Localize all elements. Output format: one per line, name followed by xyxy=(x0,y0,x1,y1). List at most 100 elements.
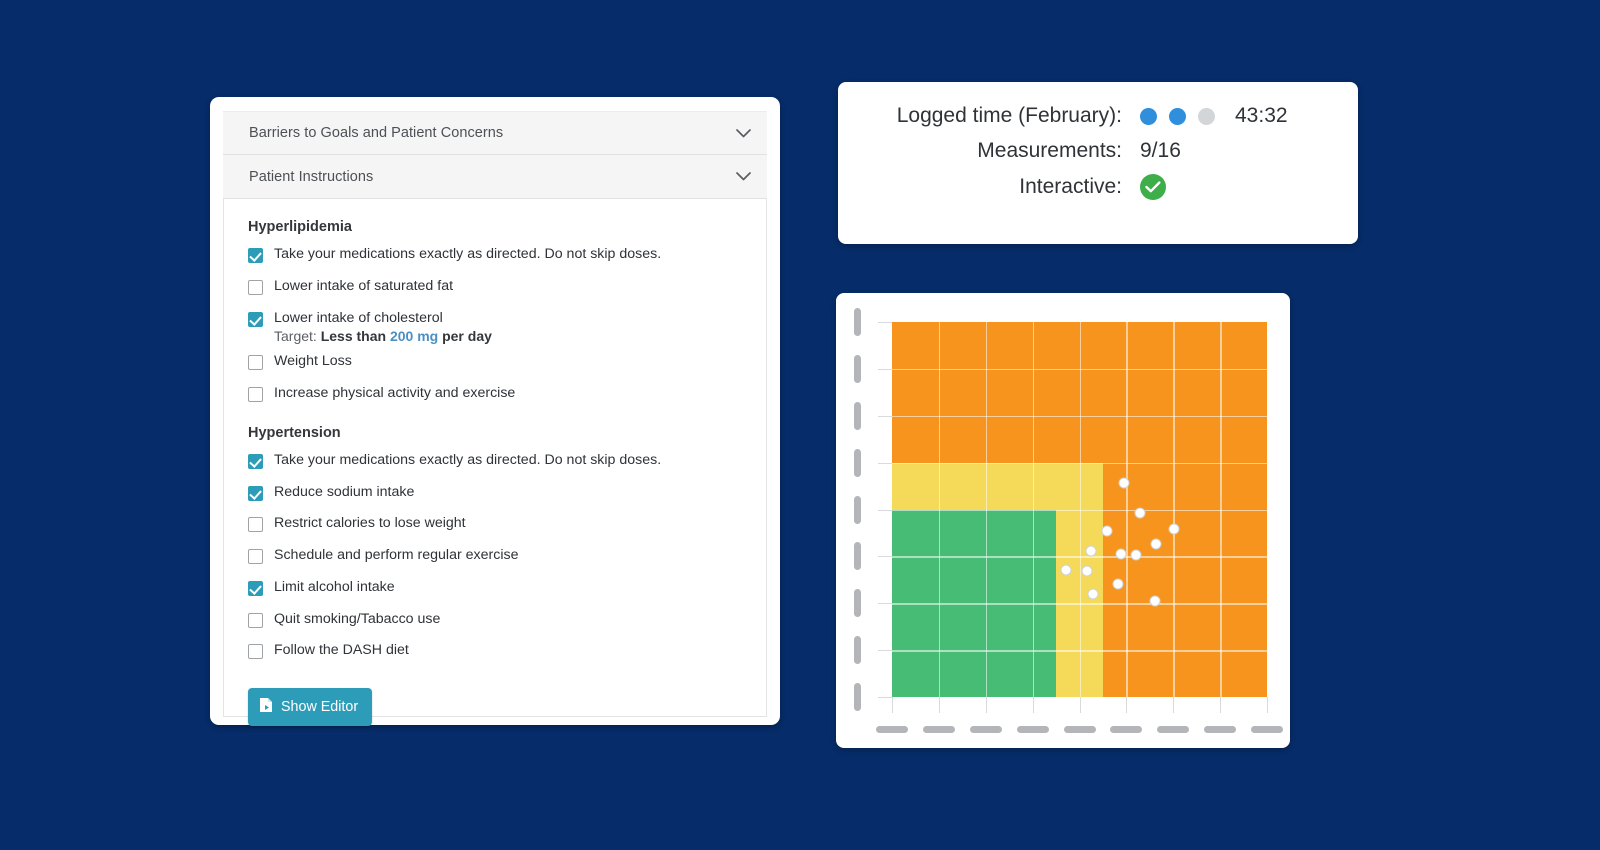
x-axis-tick xyxy=(1220,697,1222,713)
instruction-item[interactable]: Take your medications exactly as directe… xyxy=(248,246,742,264)
data-point[interactable] xyxy=(1112,578,1124,590)
gridline-horizontal xyxy=(892,603,1267,605)
x-axis-tick xyxy=(1126,697,1128,713)
gridline-vertical xyxy=(1173,322,1175,697)
chart-plot-area[interactable] xyxy=(892,322,1267,697)
y-axis-tick xyxy=(878,415,892,417)
instruction-item[interactable]: Restrict calories to lose weight xyxy=(248,515,742,533)
data-point[interactable] xyxy=(1085,545,1097,557)
y-axis-tick-label-placeholder xyxy=(854,354,861,383)
instructions-panel: Hyperlipidemia Take your medications exa… xyxy=(223,199,767,726)
accordion-patient-instructions[interactable]: Patient Instructions xyxy=(223,155,767,199)
patient-instructions-card: Barriers to Goals and Patient Concerns P… xyxy=(210,97,780,726)
data-point[interactable] xyxy=(1118,477,1130,489)
instruction-item[interactable]: Limit alcohol intake xyxy=(248,579,742,597)
checkbox-unchecked-icon[interactable] xyxy=(248,612,263,628)
measurements-chart-card xyxy=(836,293,1290,748)
checkbox-checked-icon[interactable] xyxy=(248,580,263,596)
instruction-label: Lower intake of cholesterol xyxy=(274,309,443,326)
y-axis-tick-label-placeholder xyxy=(854,636,861,665)
checkbox-unchecked-icon[interactable] xyxy=(248,279,263,295)
y-axis-tick-label-placeholder xyxy=(854,401,861,430)
checkbox-unchecked-icon[interactable] xyxy=(248,387,263,402)
instruction-item[interactable]: Weight Loss xyxy=(248,353,742,371)
checkbox-unchecked-icon[interactable] xyxy=(248,549,263,564)
gridline-vertical xyxy=(1220,322,1222,697)
y-axis-tick xyxy=(878,322,892,323)
instruction-item[interactable]: Increase physical activity and exercise xyxy=(248,385,742,403)
data-point[interactable] xyxy=(1130,549,1142,561)
instruction-label: Restrict calories to lose weight xyxy=(274,515,466,532)
instruction-label: Reduce sodium intake xyxy=(274,483,415,500)
interactive-label: Interactive: xyxy=(1019,175,1122,198)
instruction-item[interactable]: Reduce sodium intake xyxy=(248,484,742,502)
stat-row-measurements: Measurements: 9/16 xyxy=(838,139,1330,163)
instruction-label: Follow the DASH diet xyxy=(274,642,409,659)
checkbox-checked-icon[interactable] xyxy=(248,453,263,469)
instruction-label: Limit alcohol intake xyxy=(274,578,395,595)
checkbox-unchecked-icon[interactable] xyxy=(248,355,263,371)
group-title-hypertension: Hypertension xyxy=(248,424,341,441)
data-point[interactable] xyxy=(1149,595,1161,607)
data-point[interactable] xyxy=(1150,538,1162,550)
chevron-down-icon[interactable] xyxy=(735,125,751,141)
logged-time-label: Logged time (February): xyxy=(896,104,1122,127)
instruction-label: Take your medications exactly as directe… xyxy=(274,451,662,468)
y-axis-tick-label-placeholder xyxy=(854,308,861,336)
accordion-patient-instructions-label: Patient Instructions xyxy=(249,168,374,185)
data-point[interactable] xyxy=(1081,565,1093,577)
x-axis-tick-label-placeholder xyxy=(1251,726,1283,733)
stat-row-logged-time: Logged time (February): 43:32 xyxy=(838,104,1330,128)
target-bold-after: per day xyxy=(442,328,492,345)
target-prefix: Target: xyxy=(274,328,317,345)
data-point[interactable] xyxy=(1134,507,1146,519)
x-axis-tick-label-placeholder xyxy=(1016,726,1049,733)
checkbox-checked-icon[interactable] xyxy=(248,311,263,327)
instruction-item[interactable]: Take your medications exactly as directe… xyxy=(248,452,742,470)
instruction-item[interactable]: Lower intake of cholesterol xyxy=(248,310,742,328)
data-point[interactable] xyxy=(1101,525,1113,537)
progress-dot-filled xyxy=(1169,107,1186,125)
y-axis-tick-label-placeholder xyxy=(854,589,861,618)
document-icon xyxy=(259,697,274,717)
target-value[interactable]: 200 mg xyxy=(390,328,438,344)
x-axis-tick-label-placeholder xyxy=(1204,726,1237,733)
instruction-item[interactable]: Lower intake of saturated fat xyxy=(248,278,742,296)
y-axis-tick xyxy=(878,603,892,605)
data-point[interactable] xyxy=(1060,564,1072,576)
checkbox-unchecked-icon[interactable] xyxy=(248,644,263,660)
x-axis-tick xyxy=(938,697,940,713)
x-axis-tick xyxy=(1032,697,1034,713)
checkbox-checked-icon[interactable] xyxy=(248,248,263,263)
y-axis-tick xyxy=(878,697,892,698)
y-axis-tick xyxy=(878,556,892,558)
instruction-label: Weight Loss xyxy=(274,353,352,370)
x-axis-tick xyxy=(1173,697,1175,713)
data-point[interactable] xyxy=(1087,588,1099,600)
gridline-horizontal xyxy=(892,509,1267,511)
chart-canvas[interactable] xyxy=(836,293,1290,748)
chevron-down-icon[interactable] xyxy=(735,169,751,185)
checkbox-unchecked-icon[interactable] xyxy=(248,517,263,533)
accordion-barriers-to-goals[interactable]: Barriers to Goals and Patient Concerns xyxy=(223,111,767,155)
accordion-barriers-label: Barriers to Goals and Patient Concerns xyxy=(249,125,504,141)
x-axis-tick-label-placeholder xyxy=(1110,726,1143,733)
instruction-item[interactable]: Quit smoking/Tabacco use xyxy=(248,611,742,629)
instruction-item[interactable]: Schedule and perform regular exercise xyxy=(248,547,742,565)
x-axis-tick xyxy=(892,697,893,713)
y-axis-tick-label-placeholder xyxy=(854,448,861,477)
target-bold-before: Less than xyxy=(320,328,387,345)
show-editor-button[interactable]: Show Editor xyxy=(248,688,373,726)
instruction-label: Take your medications exactly as directe… xyxy=(274,246,662,262)
y-axis-tick xyxy=(878,650,892,652)
instruction-item[interactable]: Follow the DASH diet xyxy=(248,642,742,660)
instruction-label: Schedule and perform regular exercise xyxy=(274,547,519,563)
data-point[interactable] xyxy=(1115,548,1127,560)
data-point[interactable] xyxy=(1168,523,1180,535)
y-axis-tick xyxy=(878,509,892,511)
stat-row-interactive: Interactive: xyxy=(838,174,1330,200)
checkbox-checked-icon[interactable] xyxy=(248,485,263,501)
x-axis-tick-label-placeholder xyxy=(969,726,1002,733)
measurements-value: 9/16 xyxy=(1140,139,1181,162)
y-axis-tick xyxy=(878,462,892,464)
